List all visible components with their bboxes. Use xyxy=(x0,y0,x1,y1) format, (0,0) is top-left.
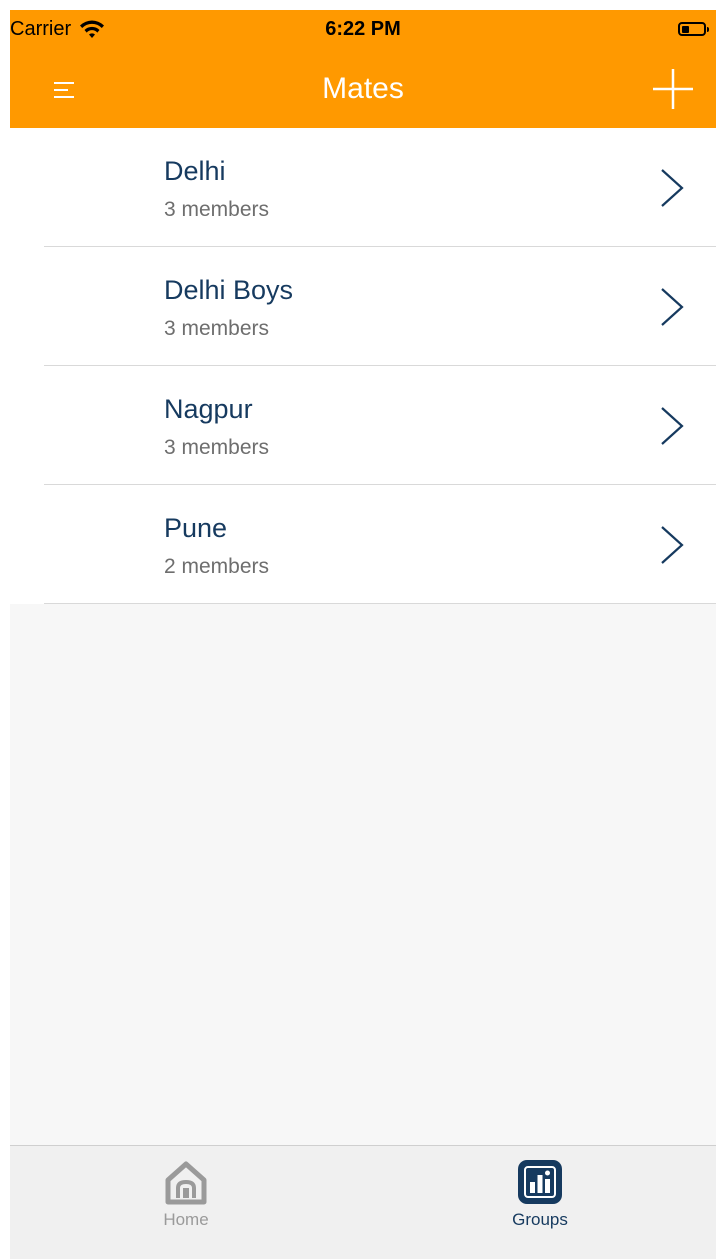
member-count: 3 members xyxy=(164,436,270,459)
page-title: Mates xyxy=(322,72,404,105)
chevron-right-icon xyxy=(661,526,684,564)
chevron-right-icon xyxy=(661,169,684,207)
member-count: 3 members xyxy=(164,198,270,221)
row-divider xyxy=(44,603,716,604)
tab-groups[interactable]: Groups xyxy=(470,1158,610,1258)
chevron-right-icon xyxy=(661,407,684,445)
navigation-bar: Mates xyxy=(10,50,716,128)
plus-icon xyxy=(653,69,693,109)
chevron-right-icon xyxy=(661,288,684,326)
battery-level xyxy=(682,26,689,33)
member-count: 2 members xyxy=(164,555,270,578)
add-group-button[interactable] xyxy=(648,64,698,114)
list-item-pune[interactable]: Pune 2 members xyxy=(10,485,716,604)
list-item-nagpur[interactable]: Nagpur 3 members xyxy=(10,366,716,485)
battery-icon xyxy=(678,22,709,36)
home-icon xyxy=(165,1161,207,1205)
group-name: Nagpur xyxy=(164,394,253,424)
group-name: Delhi xyxy=(164,156,226,186)
tab-groups-label: Groups xyxy=(512,1210,568,1229)
tab-home-label: Home xyxy=(163,1210,209,1229)
app-screen: Carrier 6:22 PM Mates Delhi 3 members De… xyxy=(10,10,716,1259)
groups-chart-icon xyxy=(518,1160,562,1204)
group-name: Pune xyxy=(164,513,228,543)
group-name: Delhi Boys xyxy=(164,275,294,305)
tab-home[interactable]: Home xyxy=(116,1158,256,1258)
tab-bar: Home Groups xyxy=(10,1145,716,1259)
list-item-delhi-boys[interactable]: Delhi Boys 3 members xyxy=(10,247,716,366)
list-item-delhi[interactable]: Delhi 3 members xyxy=(10,128,716,247)
group-list: Delhi 3 members Delhi Boys 3 members Nag… xyxy=(10,128,716,604)
status-bar: Carrier 6:22 PM xyxy=(10,10,716,50)
status-time: 6:22 PM xyxy=(325,18,401,40)
member-count: 3 members xyxy=(164,317,270,340)
